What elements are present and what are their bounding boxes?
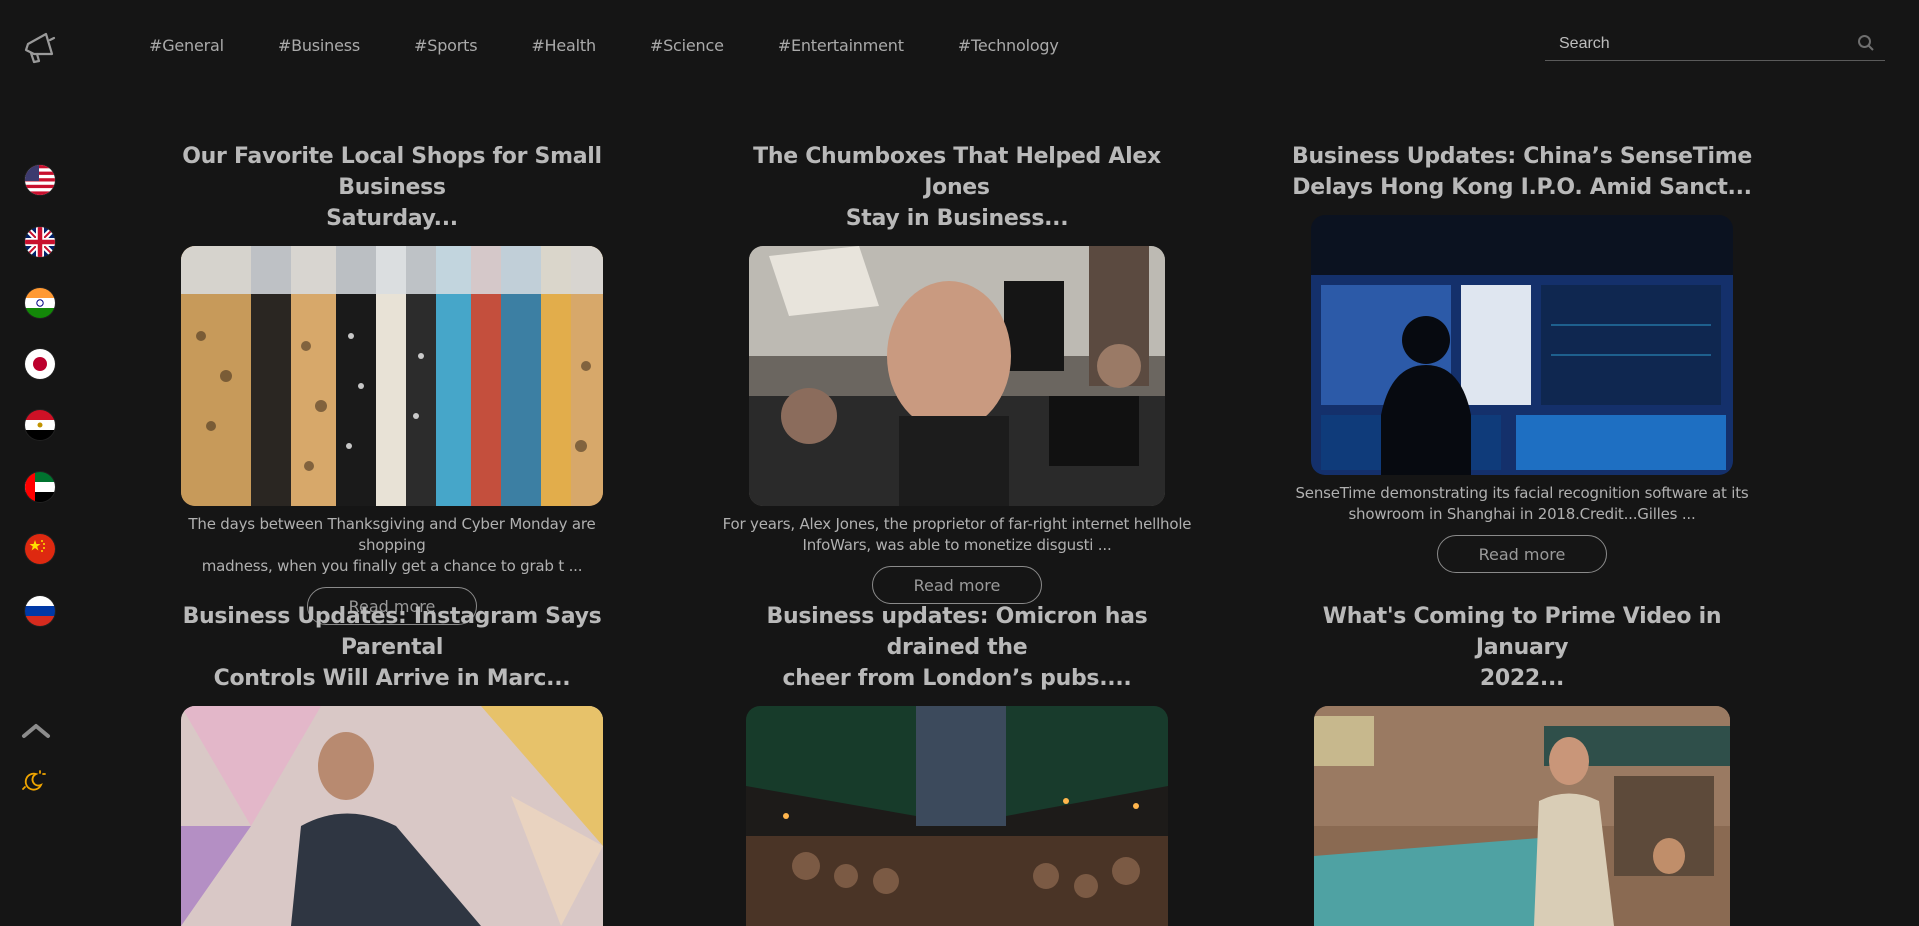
article-description-line: InfoWars, was able to monetize disgusti … (802, 536, 1112, 554)
article-description: SenseTime demonstrating its facial recog… (1287, 483, 1757, 525)
article-card: Our Favorite Local Shops for Small Busin… (152, 141, 632, 625)
article-title[interactable]: The Chumboxes That Helped Alex Jones Sta… (717, 141, 1197, 234)
article-title-line: Stay in Business... (845, 206, 1069, 231)
article-title[interactable]: Our Favorite Local Shops for Small Busin… (152, 141, 632, 234)
article-description-line: The days between Thanksgiving and Cyber … (188, 515, 596, 554)
article-title-line: Business updates: Omicron has drained th… (766, 604, 1148, 660)
nav-entertainment[interactable]: #Entertainment (778, 36, 904, 55)
article-title-line: Business Updates: China’s SenseTime (1292, 144, 1752, 169)
flag-china-icon[interactable] (25, 534, 55, 564)
flag-us-icon[interactable] (25, 165, 55, 195)
flag-egypt-icon[interactable] (25, 410, 55, 440)
article-title[interactable]: Business Updates: China’s SenseTime Dela… (1282, 141, 1762, 203)
nav-business[interactable]: #Business (278, 36, 360, 55)
article-description: For years, Alex Jones, the proprietor of… (722, 514, 1192, 556)
article-description-line: madness, when you finally get a chance t… (201, 557, 583, 575)
chevron-up-icon[interactable] (20, 714, 52, 746)
article-title-line: cheer from London’s pubs.... (782, 666, 1132, 691)
article-description-line: For years, Alex Jones, the proprietor of… (722, 515, 1192, 533)
flag-japan-icon[interactable] (25, 349, 55, 379)
read-more-button[interactable]: Read more (1437, 535, 1607, 573)
category-nav: #General #Business #Sports #Health #Scie… (149, 36, 1113, 55)
nav-health[interactable]: #Health (531, 36, 596, 55)
article-title-line: Saturday... (326, 206, 458, 231)
london-pub-street-image[interactable] (746, 706, 1168, 926)
search-bar (1545, 28, 1885, 61)
article-card: Business Updates: China’s SenseTime Dela… (1282, 141, 1762, 573)
nav-technology[interactable]: #Technology (958, 36, 1059, 55)
article-description: The days between Thanksgiving and Cyber … (157, 514, 627, 577)
article-title-line: Delays Hong Kong I.P.O. Amid Sanct... (1292, 175, 1752, 200)
clothing-rack-image[interactable] (181, 246, 603, 506)
article-title-line: 2022... (1479, 666, 1565, 691)
article-card: The Chumboxes That Helped Alex Jones Sta… (717, 141, 1197, 604)
article-title-line: Business Updates: Instagram Says Parenta… (182, 604, 602, 660)
nav-sports[interactable]: #Sports (414, 36, 477, 55)
flag-russia-icon[interactable] (25, 596, 55, 626)
article-title-line: What's Coming to Prime Video in January (1322, 604, 1722, 660)
search-input[interactable] (1557, 30, 1851, 58)
protest-crowd-image[interactable] (749, 246, 1165, 506)
nav-general[interactable]: #General (149, 36, 224, 55)
search-icon[interactable] (1857, 34, 1875, 52)
article-title-line: Our Favorite Local Shops for Small Busin… (182, 144, 602, 200)
flag-india-icon[interactable] (25, 288, 55, 318)
article-title[interactable]: Business Updates: Instagram Says Parenta… (152, 601, 632, 694)
man-leaning-car-image[interactable] (1314, 706, 1730, 926)
article-card: What's Coming to Prime Video in January … (1282, 601, 1762, 926)
read-more-button[interactable]: Read more (872, 566, 1042, 604)
article-card: Business Updates: Instagram Says Parenta… (152, 601, 632, 926)
article-description-line: SenseTime demonstrating its facial recog… (1295, 484, 1749, 502)
article-title[interactable]: What's Coming to Prime Video in January … (1282, 601, 1762, 694)
article-title[interactable]: Business updates: Omicron has drained th… (717, 601, 1197, 694)
article-card: Business updates: Omicron has drained th… (717, 601, 1197, 926)
flag-uk-icon[interactable] (25, 227, 55, 257)
moon-sun-icon[interactable] (20, 768, 46, 794)
surveillance-screens-image[interactable] (1311, 215, 1733, 475)
megaphone-logo-icon[interactable] (20, 28, 60, 68)
man-in-dome-image[interactable] (181, 706, 603, 926)
article-title-line: Controls Will Arrive in Marc... (213, 666, 571, 691)
flag-uae-icon[interactable] (25, 472, 55, 502)
nav-science[interactable]: #Science (650, 36, 724, 55)
article-title-line: The Chumboxes That Helped Alex Jones (753, 144, 1161, 200)
article-description-line: showroom in Shanghai in 2018.Credit...Gi… (1348, 505, 1696, 523)
